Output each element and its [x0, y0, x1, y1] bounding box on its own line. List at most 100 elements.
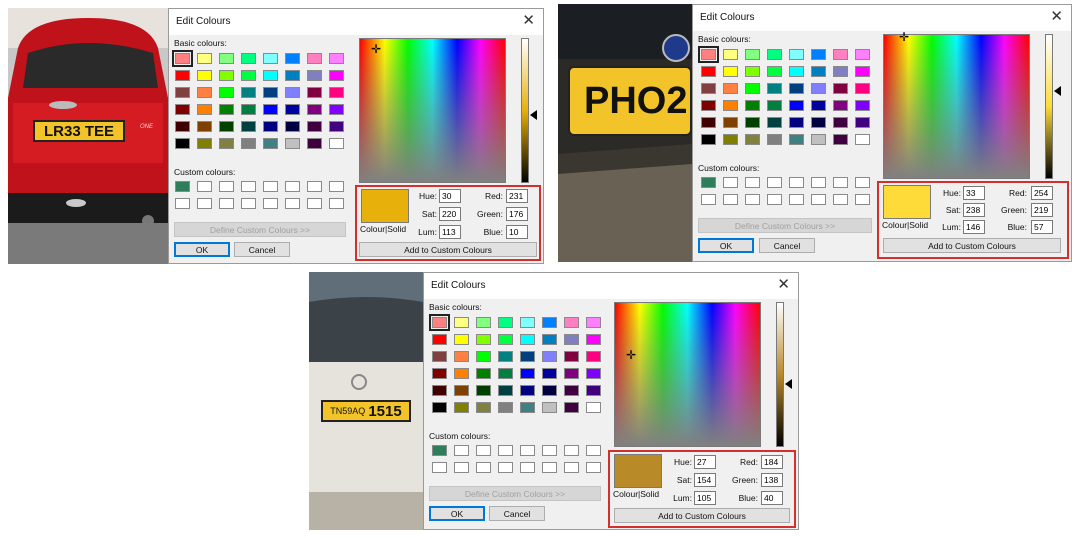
basic-colour-swatch[interactable]: [197, 121, 212, 132]
basic-colour-swatch[interactable]: [219, 121, 234, 132]
basic-colour-swatch[interactable]: [263, 104, 278, 115]
custom-colour-swatch[interactable]: [701, 177, 716, 188]
custom-colour-swatch[interactable]: [432, 462, 447, 473]
green-field[interactable]: 138: [761, 473, 783, 487]
custom-colour-swatch[interactable]: [241, 198, 256, 209]
ok-button[interactable]: OK: [698, 238, 754, 253]
basic-colour-swatch[interactable]: [476, 334, 491, 345]
basic-colour-swatch[interactable]: [855, 117, 870, 128]
custom-colour-swatch[interactable]: [454, 445, 469, 456]
basic-colour-swatch[interactable]: [811, 134, 826, 145]
basic-colour-swatch[interactable]: [833, 134, 848, 145]
custom-colour-swatch[interactable]: [285, 181, 300, 192]
basic-colour-swatch[interactable]: [329, 104, 344, 115]
basic-colour-swatch[interactable]: [767, 66, 782, 77]
basic-colour-swatch[interactable]: [432, 351, 447, 362]
basic-colour-swatch[interactable]: [745, 117, 760, 128]
basic-colour-swatch[interactable]: [701, 66, 716, 77]
luminance-arrow-icon[interactable]: [785, 379, 792, 389]
green-field[interactable]: 219: [1031, 203, 1053, 217]
basic-colour-swatch[interactable]: [241, 70, 256, 81]
basic-colour-swatch[interactable]: [833, 83, 848, 94]
lum-field[interactable]: 146: [963, 220, 985, 234]
green-field[interactable]: 176: [506, 207, 528, 221]
basic-colour-swatch[interactable]: [219, 138, 234, 149]
basic-colour-swatch[interactable]: [564, 334, 579, 345]
basic-colour-swatch[interactable]: [285, 53, 300, 64]
basic-colour-swatch[interactable]: [454, 385, 469, 396]
custom-colour-swatch[interactable]: [723, 194, 738, 205]
add-to-custom-colours-button[interactable]: Add to Custom Colours: [883, 238, 1061, 253]
custom-colour-swatch[interactable]: [811, 194, 826, 205]
basic-colour-swatch[interactable]: [745, 100, 760, 111]
custom-colour-swatch[interactable]: [285, 198, 300, 209]
custom-colour-swatch[interactable]: [219, 198, 234, 209]
basic-colour-swatch[interactable]: [307, 104, 322, 115]
basic-colour-swatch[interactable]: [564, 351, 579, 362]
custom-colour-swatch[interactable]: [855, 177, 870, 188]
hue-field[interactable]: 33: [963, 186, 985, 200]
luminance-bar[interactable]: [1045, 34, 1053, 179]
basic-colour-swatch[interactable]: [767, 49, 782, 60]
basic-colour-swatch[interactable]: [175, 104, 190, 115]
basic-colour-swatch[interactable]: [285, 87, 300, 98]
custom-colour-swatch[interactable]: [586, 445, 601, 456]
custom-colour-swatch[interactable]: [454, 462, 469, 473]
custom-colour-swatch[interactable]: [564, 462, 579, 473]
basic-colour-swatch[interactable]: [476, 351, 491, 362]
sat-field[interactable]: 238: [963, 203, 985, 217]
custom-colour-swatch[interactable]: [263, 181, 278, 192]
basic-colour-swatch[interactable]: [564, 368, 579, 379]
custom-colour-swatch[interactable]: [219, 181, 234, 192]
basic-colour-swatch[interactable]: [520, 402, 535, 413]
add-to-custom-colours-button[interactable]: Add to Custom Colours: [614, 508, 790, 523]
crosshair-icon[interactable]: ✛: [899, 31, 909, 43]
basic-colour-swatch[interactable]: [263, 70, 278, 81]
basic-colour-swatch[interactable]: [175, 138, 190, 149]
add-to-custom-colours-button[interactable]: Add to Custom Colours: [359, 242, 537, 257]
custom-colour-swatch[interactable]: [175, 181, 190, 192]
basic-colour-swatch[interactable]: [542, 334, 557, 345]
custom-colour-swatch[interactable]: [789, 177, 804, 188]
custom-colour-swatch[interactable]: [542, 462, 557, 473]
basic-colour-swatch[interactable]: [520, 351, 535, 362]
basic-colour-swatch[interactable]: [833, 100, 848, 111]
basic-colour-swatch[interactable]: [811, 83, 826, 94]
basic-colour-swatch[interactable]: [454, 334, 469, 345]
custom-colour-swatch[interactable]: [745, 194, 760, 205]
basic-colour-swatch[interactable]: [263, 121, 278, 132]
basic-colour-swatch[interactable]: [767, 134, 782, 145]
custom-colour-swatch[interactable]: [498, 462, 513, 473]
red-field[interactable]: 231: [506, 189, 528, 203]
basic-colour-swatch[interactable]: [811, 117, 826, 128]
basic-colour-swatch[interactable]: [329, 87, 344, 98]
hue-saturation-spectrum[interactable]: [883, 34, 1030, 179]
custom-colour-swatch[interactable]: [197, 181, 212, 192]
basic-colour-swatch[interactable]: [564, 317, 579, 328]
hue-field[interactable]: 27: [694, 455, 716, 469]
custom-colour-swatch[interactable]: [767, 194, 782, 205]
basic-colour-swatch[interactable]: [285, 138, 300, 149]
luminance-bar[interactable]: [521, 38, 529, 183]
basic-colour-swatch[interactable]: [175, 121, 190, 132]
basic-colour-swatch[interactable]: [285, 70, 300, 81]
basic-colour-swatch[interactable]: [564, 402, 579, 413]
custom-colour-swatch[interactable]: [498, 445, 513, 456]
ok-button[interactable]: OK: [429, 506, 485, 521]
custom-colour-swatch[interactable]: [197, 198, 212, 209]
basic-colour-swatch[interactable]: [789, 100, 804, 111]
basic-colour-swatch[interactable]: [432, 368, 447, 379]
basic-colour-swatch[interactable]: [197, 70, 212, 81]
basic-colour-swatch[interactable]: [307, 53, 322, 64]
basic-colour-swatch[interactable]: [476, 385, 491, 396]
custom-colour-swatch[interactable]: [833, 177, 848, 188]
basic-colour-swatch[interactable]: [542, 385, 557, 396]
custom-colour-swatch[interactable]: [307, 181, 322, 192]
basic-colour-swatch[interactable]: [219, 70, 234, 81]
custom-colour-swatch[interactable]: [329, 181, 344, 192]
custom-colour-swatch[interactable]: [833, 194, 848, 205]
basic-colour-swatch[interactable]: [855, 83, 870, 94]
basic-colour-swatch[interactable]: [745, 83, 760, 94]
basic-colour-swatch[interactable]: [789, 49, 804, 60]
basic-colour-swatch[interactable]: [476, 317, 491, 328]
